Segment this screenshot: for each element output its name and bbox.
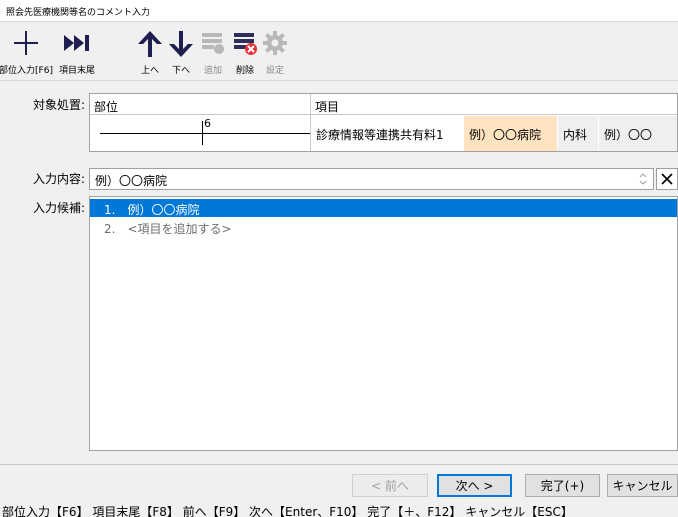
arrow-up-icon	[138, 31, 162, 57]
next-button[interactable]: 次へ >	[437, 474, 512, 497]
candidates-label: 入力候補:	[32, 201, 85, 215]
spin-arrows-icon[interactable]	[637, 171, 649, 187]
gear-icon	[263, 31, 287, 55]
delete-button[interactable]: 削除	[230, 22, 260, 77]
target-grid: 部位 項目 6 診療情報等連携共有料1 例）〇〇病院 内科 例）〇〇	[89, 93, 678, 152]
settings-button[interactable]: 設定	[260, 22, 290, 77]
shortcut-hints: 部位入力【F6】 項目末尾【F8】 前へ【F9】 次へ【Enter、F10】 完…	[2, 505, 573, 517]
add-row-icon	[202, 33, 224, 54]
close-icon	[661, 173, 673, 185]
input-content-field[interactable]: 例）〇〇病院	[89, 168, 654, 190]
cancel-button[interactable]: キャンセル	[607, 474, 678, 497]
done-button[interactable]: 完了(+)	[525, 474, 600, 497]
list-item[interactable]: 1. 例）〇〇病院	[90, 199, 677, 217]
item-name-cell[interactable]: 診療情報等連携共有料1	[311, 116, 461, 151]
site-number: 6	[204, 117, 211, 130]
delete-row-icon	[234, 33, 257, 55]
prev-button[interactable]: < 前へ	[352, 474, 428, 497]
list-item[interactable]: 2. <項目を追加する>	[90, 218, 677, 236]
clear-button[interactable]	[656, 168, 678, 190]
site-cell[interactable]: 6	[90, 116, 310, 151]
input-label: 入力内容:	[32, 172, 85, 186]
title-bar: 照会先医療機関等名のコメント入力	[0, 0, 678, 22]
window-title: 照会先医療機関等名のコメント入力	[6, 8, 151, 18]
move-down-button[interactable]: 下へ	[166, 22, 196, 77]
site-tick	[202, 121, 203, 145]
footer-divider	[0, 464, 678, 465]
column-header-item: 項目	[311, 94, 677, 115]
toolbar: 部位入力[F6] 項目末尾 上へ 下へ 追加 削除 設定	[0, 22, 678, 77]
item-extra-cell[interactable]: 例）〇〇	[599, 116, 677, 151]
target-label: 対象処置:	[32, 98, 85, 112]
move-up-button[interactable]: 上へ	[135, 22, 165, 77]
arrow-down-icon	[169, 31, 193, 57]
skip-to-end-icon	[64, 35, 89, 51]
item-dept-cell[interactable]: 内科	[558, 116, 598, 151]
site-line	[100, 133, 310, 134]
toolbar-divider	[0, 80, 678, 81]
site-input-button[interactable]: 部位入力[F6]	[0, 22, 53, 77]
candidates-list[interactable]: 1. 例）〇〇病院 2. <項目を追加する>	[89, 196, 678, 451]
column-header-site: 部位	[90, 94, 310, 115]
plus-icon	[14, 31, 38, 55]
item-value-cell[interactable]: 例）〇〇病院	[464, 116, 557, 151]
item-end-button[interactable]: 項目末尾	[54, 22, 100, 77]
add-button[interactable]: 追加	[198, 22, 228, 77]
status-bar: 部位入力【F6】 項目末尾【F8】 前へ【F9】 次へ【Enter、F10】 完…	[0, 503, 678, 517]
